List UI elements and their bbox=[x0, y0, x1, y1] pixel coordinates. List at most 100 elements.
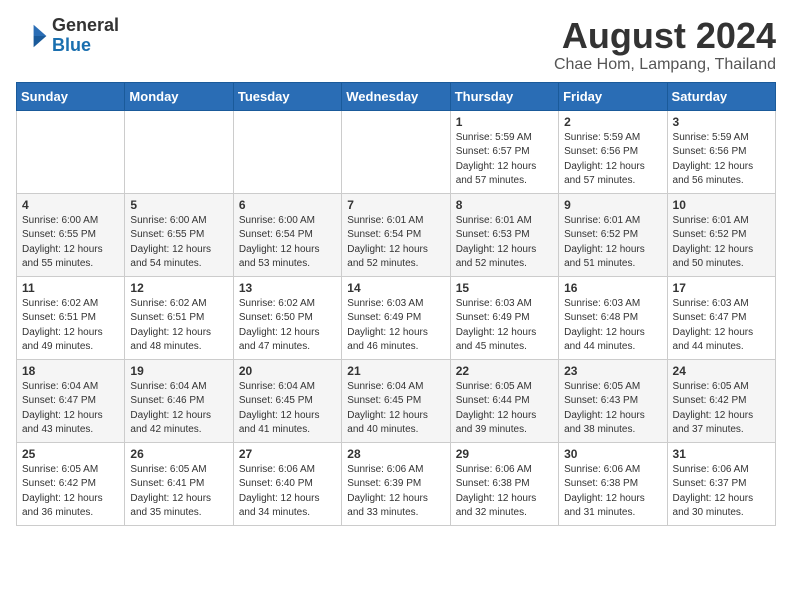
logo-general: General bbox=[52, 15, 119, 35]
calendar-header-row: SundayMondayTuesdayWednesdayThursdayFrid… bbox=[17, 82, 776, 110]
calendar-cell bbox=[342, 110, 450, 193]
calendar-cell: 17 Sunrise: 6:03 AM Sunset: 6:47 PM Dayli… bbox=[667, 276, 775, 359]
day-number: 7 bbox=[347, 198, 444, 212]
day-number: 9 bbox=[564, 198, 661, 212]
calendar-table: SundayMondayTuesdayWednesdayThursdayFrid… bbox=[16, 82, 776, 526]
day-info: Sunrise: 6:02 AM Sunset: 6:51 PM Dayligh… bbox=[22, 297, 119, 355]
day-info: Sunrise: 6:06 AM Sunset: 6:39 PM Dayligh… bbox=[347, 463, 444, 521]
day-info: Sunrise: 6:05 AM Sunset: 6:44 PM Dayligh… bbox=[456, 380, 553, 438]
day-info: Sunrise: 6:04 AM Sunset: 6:45 PM Dayligh… bbox=[347, 380, 444, 438]
day-number: 29 bbox=[456, 447, 553, 461]
day-info: Sunrise: 6:02 AM Sunset: 6:51 PM Dayligh… bbox=[130, 297, 227, 355]
day-number: 4 bbox=[22, 198, 119, 212]
calendar-cell: 7Sunrise: 6:01 AM Sunset: 6:54 PM Daylig… bbox=[342, 193, 450, 276]
day-info: Sunrise: 5:59 AM Sunset: 6:56 PM Dayligh… bbox=[673, 131, 770, 189]
day-info: Sunrise: 6:01 AM Sunset: 6:52 PM Dayligh… bbox=[564, 214, 661, 272]
calendar-cell: 11 Sunrise: 6:02 AM Sunset: 6:51 PM Dayli… bbox=[17, 276, 125, 359]
logo: General Blue bbox=[16, 16, 119, 56]
calendar-cell: 16 Sunrise: 6:03 AM Sunset: 6:48 PM Dayli… bbox=[559, 276, 667, 359]
calendar-cell bbox=[233, 110, 341, 193]
day-number: 8 bbox=[456, 198, 553, 212]
day-info: Sunrise: 6:04 AM Sunset: 6:47 PM Dayligh… bbox=[22, 380, 119, 438]
day-info: Sunrise: 6:01 AM Sunset: 6:53 PM Dayligh… bbox=[456, 214, 553, 272]
day-info: Sunrise: 6:06 AM Sunset: 6:38 PM Dayligh… bbox=[564, 463, 661, 521]
day-info: Sunrise: 6:06 AM Sunset: 6:40 PM Dayligh… bbox=[239, 463, 336, 521]
day-info: Sunrise: 6:03 AM Sunset: 6:47 PM Dayligh… bbox=[673, 297, 770, 355]
calendar-cell bbox=[125, 110, 233, 193]
logo-blue: Blue bbox=[52, 35, 91, 55]
calendar-header-sunday: Sunday bbox=[17, 82, 125, 110]
calendar-week-2: 4 Sunrise: 6:00 AM Sunset: 6:55 PM Daylig… bbox=[17, 193, 776, 276]
day-number: 31 bbox=[673, 447, 770, 461]
day-info: Sunrise: 6:00 AM Sunset: 6:54 PM Dayligh… bbox=[239, 214, 336, 272]
calendar-cell: 24Sunrise: 6:05 AM Sunset: 6:42 PM Dayli… bbox=[667, 359, 775, 442]
calendar-cell: 31Sunrise: 6:06 AM Sunset: 6:37 PM Dayli… bbox=[667, 442, 775, 525]
calendar-cell: 8 Sunrise: 6:01 AM Sunset: 6:53 PM Daylig… bbox=[450, 193, 558, 276]
day-number: 19 bbox=[130, 364, 227, 378]
calendar-header-tuesday: Tuesday bbox=[233, 82, 341, 110]
calendar-cell: 6 Sunrise: 6:00 AM Sunset: 6:54 PM Daylig… bbox=[233, 193, 341, 276]
day-number: 6 bbox=[239, 198, 336, 212]
calendar-header-wednesday: Wednesday bbox=[342, 82, 450, 110]
day-number: 22 bbox=[456, 364, 553, 378]
day-info: Sunrise: 6:04 AM Sunset: 6:46 PM Dayligh… bbox=[130, 380, 227, 438]
calendar-header-friday: Friday bbox=[559, 82, 667, 110]
day-info: Sunrise: 6:04 AM Sunset: 6:45 PM Dayligh… bbox=[239, 380, 336, 438]
day-number: 11 bbox=[22, 281, 119, 295]
calendar-cell: 20 Sunrise: 6:04 AM Sunset: 6:45 PM Dayli… bbox=[233, 359, 341, 442]
day-info: Sunrise: 6:00 AM Sunset: 6:55 PM Dayligh… bbox=[130, 214, 227, 272]
calendar-cell: 1Sunrise: 5:59 AM Sunset: 6:57 PM Daylig… bbox=[450, 110, 558, 193]
calendar-cell: 4 Sunrise: 6:00 AM Sunset: 6:55 PM Daylig… bbox=[17, 193, 125, 276]
calendar-cell: 2Sunrise: 5:59 AM Sunset: 6:56 PM Daylig… bbox=[559, 110, 667, 193]
calendar-header-saturday: Saturday bbox=[667, 82, 775, 110]
calendar-cell: 27Sunrise: 6:06 AM Sunset: 6:40 PM Dayli… bbox=[233, 442, 341, 525]
day-number: 16 bbox=[564, 281, 661, 295]
calendar-week-4: 18 Sunrise: 6:04 AM Sunset: 6:47 PM Dayli… bbox=[17, 359, 776, 442]
calendar-cell bbox=[17, 110, 125, 193]
day-number: 30 bbox=[564, 447, 661, 461]
logo-icon bbox=[16, 20, 48, 52]
day-info: Sunrise: 6:03 AM Sunset: 6:49 PM Dayligh… bbox=[456, 297, 553, 355]
day-number: 18 bbox=[22, 364, 119, 378]
page-header: General Blue August 2024 Chae Hom, Lampa… bbox=[16, 16, 776, 74]
calendar-cell: 14Sunrise: 6:03 AM Sunset: 6:49 PM Dayli… bbox=[342, 276, 450, 359]
calendar-cell: 21 Sunrise: 6:04 AM Sunset: 6:45 PM Dayli… bbox=[342, 359, 450, 442]
day-info: Sunrise: 6:03 AM Sunset: 6:48 PM Dayligh… bbox=[564, 297, 661, 355]
calendar-cell: 22 Sunrise: 6:05 AM Sunset: 6:44 PM Dayli… bbox=[450, 359, 558, 442]
calendar-cell: 23Sunrise: 6:05 AM Sunset: 6:43 PM Dayli… bbox=[559, 359, 667, 442]
calendar-cell: 19 Sunrise: 6:04 AM Sunset: 6:46 PM Dayli… bbox=[125, 359, 233, 442]
calendar-cell: 29 Sunrise: 6:06 AM Sunset: 6:38 PM Dayli… bbox=[450, 442, 558, 525]
day-number: 21 bbox=[347, 364, 444, 378]
day-number: 12 bbox=[130, 281, 227, 295]
day-number: 20 bbox=[239, 364, 336, 378]
calendar-cell: 28Sunrise: 6:06 AM Sunset: 6:39 PM Dayli… bbox=[342, 442, 450, 525]
title-block: August 2024 Chae Hom, Lampang, Thailand bbox=[554, 16, 776, 74]
calendar-cell: 5 Sunrise: 6:00 AM Sunset: 6:55 PM Daylig… bbox=[125, 193, 233, 276]
calendar-header-thursday: Thursday bbox=[450, 82, 558, 110]
calendar-cell: 18 Sunrise: 6:04 AM Sunset: 6:47 PM Dayli… bbox=[17, 359, 125, 442]
calendar-cell: 12 Sunrise: 6:02 AM Sunset: 6:51 PM Dayli… bbox=[125, 276, 233, 359]
calendar-cell: 13Sunrise: 6:02 AM Sunset: 6:50 PM Dayli… bbox=[233, 276, 341, 359]
calendar-cell: 26 Sunrise: 6:05 AM Sunset: 6:41 PM Dayli… bbox=[125, 442, 233, 525]
day-info: Sunrise: 6:06 AM Sunset: 6:38 PM Dayligh… bbox=[456, 463, 553, 521]
day-info: Sunrise: 6:05 AM Sunset: 6:41 PM Dayligh… bbox=[130, 463, 227, 521]
day-number: 26 bbox=[130, 447, 227, 461]
calendar-cell: 3Sunrise: 5:59 AM Sunset: 6:56 PM Daylig… bbox=[667, 110, 775, 193]
day-number: 23 bbox=[564, 364, 661, 378]
calendar-cell: 9 Sunrise: 6:01 AM Sunset: 6:52 PM Daylig… bbox=[559, 193, 667, 276]
day-info: Sunrise: 6:00 AM Sunset: 6:55 PM Dayligh… bbox=[22, 214, 119, 272]
day-info: Sunrise: 5:59 AM Sunset: 6:57 PM Dayligh… bbox=[456, 131, 553, 189]
day-number: 5 bbox=[130, 198, 227, 212]
day-info: Sunrise: 6:02 AM Sunset: 6:50 PM Dayligh… bbox=[239, 297, 336, 355]
day-info: Sunrise: 6:03 AM Sunset: 6:49 PM Dayligh… bbox=[347, 297, 444, 355]
calendar-week-3: 11 Sunrise: 6:02 AM Sunset: 6:51 PM Dayli… bbox=[17, 276, 776, 359]
day-number: 17 bbox=[673, 281, 770, 295]
calendar-cell: 15Sunrise: 6:03 AM Sunset: 6:49 PM Dayli… bbox=[450, 276, 558, 359]
calendar-cell: 30 Sunrise: 6:06 AM Sunset: 6:38 PM Dayli… bbox=[559, 442, 667, 525]
main-title: August 2024 bbox=[554, 16, 776, 56]
day-number: 24 bbox=[673, 364, 770, 378]
calendar-cell: 10Sunrise: 6:01 AM Sunset: 6:52 PM Dayli… bbox=[667, 193, 775, 276]
calendar-week-1: 1Sunrise: 5:59 AM Sunset: 6:57 PM Daylig… bbox=[17, 110, 776, 193]
calendar-week-5: 25Sunrise: 6:05 AM Sunset: 6:42 PM Dayli… bbox=[17, 442, 776, 525]
day-info: Sunrise: 6:05 AM Sunset: 6:42 PM Dayligh… bbox=[22, 463, 119, 521]
